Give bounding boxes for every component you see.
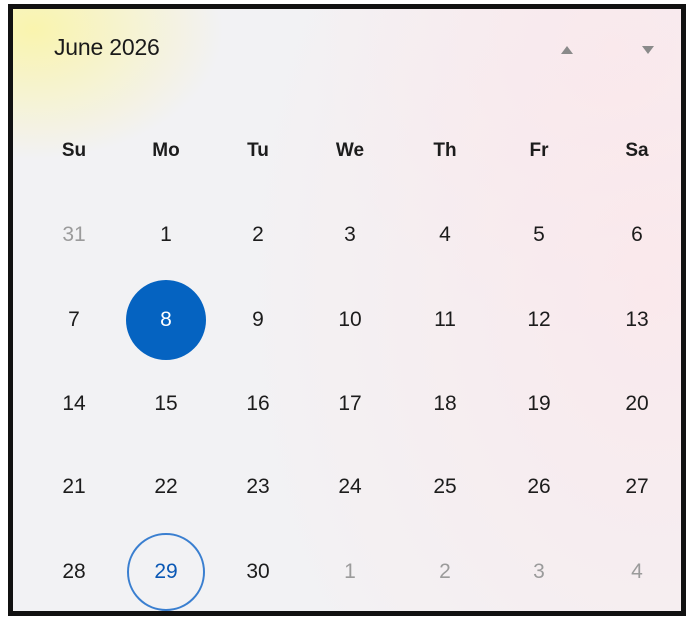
day-cell-other-month[interactable]: 2 (405, 532, 485, 611)
triangle-up-icon (561, 46, 573, 54)
day-cell-other-month[interactable]: 1 (310, 532, 390, 611)
weekday-label: We (335, 140, 365, 161)
day-cell[interactable]: 26 (499, 447, 579, 527)
day-cell[interactable]: 1 (126, 195, 206, 275)
day-cell[interactable]: 3 (310, 195, 390, 275)
day-cell[interactable]: 19 (499, 364, 579, 444)
weekday-label: Fr (529, 140, 549, 161)
day-cell[interactable]: 5 (499, 195, 579, 275)
day-cell[interactable]: 7 (34, 280, 114, 360)
weekday-label: Th (433, 140, 457, 161)
day-cell[interactable]: 27 (597, 447, 677, 527)
day-cell[interactable]: 17 (310, 364, 390, 444)
day-cell-other-month[interactable]: 4 (597, 532, 677, 611)
weekday-label: Sa (625, 140, 649, 161)
day-cell[interactable]: 22 (126, 447, 206, 527)
day-cell[interactable]: 15 (126, 364, 206, 444)
calendar-header: June 2026 (13, 9, 681, 99)
day-cell[interactable]: 13 (597, 280, 677, 360)
day-cell[interactable]: 28 (34, 532, 114, 611)
day-cell[interactable]: 10 (310, 280, 390, 360)
day-cell[interactable]: 23 (218, 447, 298, 527)
calendar-flyout: June 2026 Su Mo Tu We Th Fr Sa 31 1 2 3 4 5 6 7 8 9 10 11… (8, 4, 686, 616)
day-cell[interactable]: 21 (34, 447, 114, 527)
weekday-label: Su (61, 140, 87, 161)
day-cell[interactable]: 6 (597, 195, 677, 275)
previous-month-button[interactable] (550, 35, 584, 65)
day-cell[interactable]: 25 (405, 447, 485, 527)
day-cell[interactable]: 2 (218, 195, 298, 275)
next-month-button[interactable] (631, 35, 665, 65)
weekday-label: Mo (152, 140, 180, 161)
day-cell[interactable]: 11 (405, 280, 485, 360)
day-cell-selected[interactable]: 8 (126, 280, 206, 360)
day-cell[interactable]: 24 (310, 447, 390, 527)
month-title[interactable]: June 2026 (54, 34, 160, 61)
day-cell[interactable]: 18 (405, 364, 485, 444)
day-cell-today[interactable]: 29 (127, 533, 205, 611)
day-cell[interactable]: 12 (499, 280, 579, 360)
day-cell[interactable]: 9 (218, 280, 298, 360)
weekday-header-row: Su Mo Tu We Th Fr Sa (13, 134, 681, 168)
day-cell[interactable]: 20 (597, 364, 677, 444)
day-cell[interactable]: 16 (218, 364, 298, 444)
triangle-down-icon (642, 46, 654, 54)
weekday-label: Tu (247, 140, 269, 161)
day-cell-other-month[interactable]: 3 (499, 532, 579, 611)
day-cell[interactable]: 14 (34, 364, 114, 444)
day-cell[interactable]: 4 (405, 195, 485, 275)
day-cell[interactable]: 30 (218, 532, 298, 611)
day-cell-other-month[interactable]: 31 (34, 195, 114, 275)
